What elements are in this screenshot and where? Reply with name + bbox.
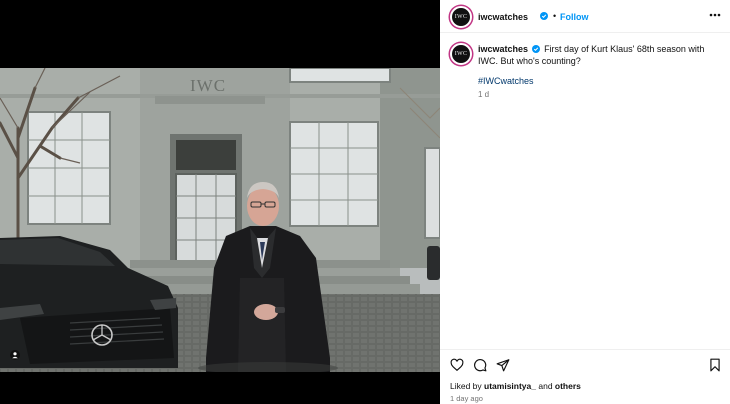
avatar-logo-text: IWC — [454, 14, 468, 20]
bookmark-icon[interactable] — [708, 358, 722, 372]
caption-username[interactable]: iwcwatches — [478, 44, 528, 54]
more-options-icon[interactable] — [708, 10, 722, 20]
instagram-post-modal: IWC IWC iwcwatches • Follow IWC iwcwatch… — [0, 0, 730, 404]
likes-mid: and — [536, 381, 555, 391]
likes-others-link[interactable]: others — [555, 381, 581, 391]
post-timestamp[interactable]: 1 day ago — [450, 394, 483, 403]
building-sign-text: IWC — [190, 76, 227, 95]
post-sidebar: IWC iwcwatches • Follow IWC iwcwatches F… — [440, 0, 730, 404]
caption-age: 1 d — [478, 90, 490, 99]
header-username[interactable]: iwcwatches — [478, 12, 528, 22]
verified-badge-icon — [531, 45, 540, 53]
separator-dot: • — [553, 11, 557, 21]
avatar-logo-text: IWC — [454, 51, 468, 57]
verified-badge-icon — [540, 12, 548, 20]
liked-by-user-link[interactable]: utamisintya_ — [484, 381, 536, 391]
media-panel: IWC — [0, 0, 440, 404]
post-header: IWC iwcwatches • Follow — [440, 0, 730, 33]
avatar[interactable]: IWC — [450, 6, 472, 28]
caption-avatar[interactable]: IWC — [450, 43, 472, 65]
caption: iwcwatches First day of Kurt Klaus' 68th… — [478, 44, 722, 67]
likes-prefix: Liked by — [450, 381, 485, 391]
user-tag-icon[interactable] — [10, 350, 20, 360]
comment-icon[interactable] — [473, 358, 487, 372]
action-bar — [440, 349, 730, 375]
likes-summary: Liked by utamisintya_ and others — [450, 381, 581, 391]
post-photo[interactable]: IWC — [0, 68, 440, 372]
hashtag-link[interactable]: #IWCwatches — [478, 76, 534, 86]
heart-icon[interactable] — [450, 358, 464, 372]
share-icon[interactable] — [496, 358, 510, 372]
follow-button[interactable]: Follow — [560, 12, 589, 22]
